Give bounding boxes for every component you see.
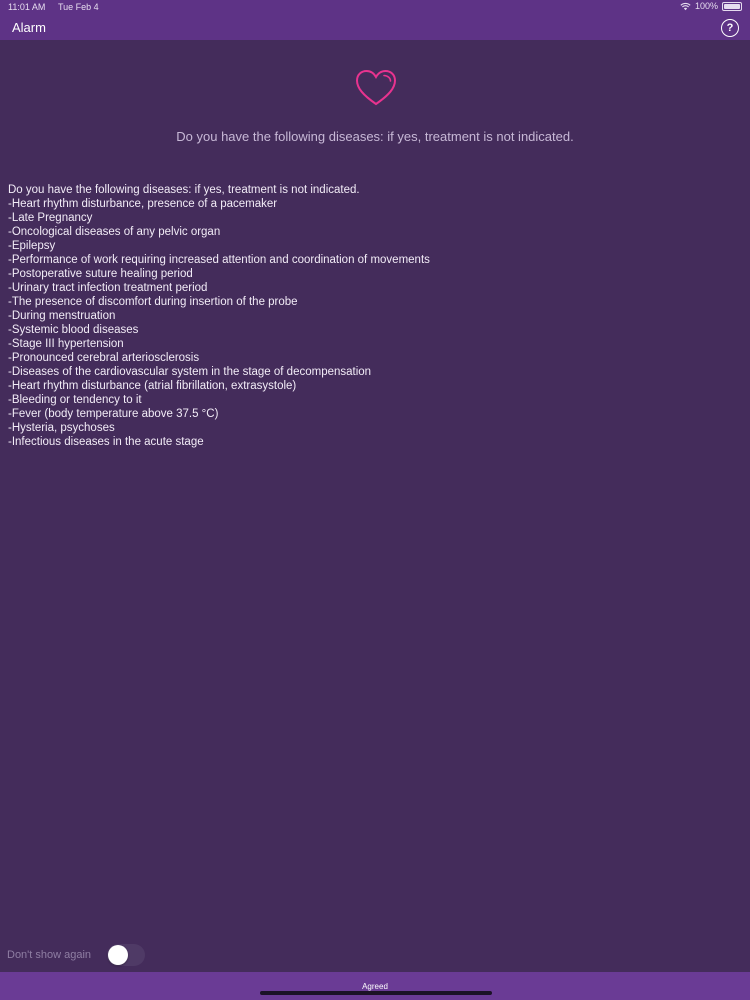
list-item: -Bleeding or tendency to it	[8, 394, 142, 406]
list-item: -Fever (body temperature above 37.5 °C)	[8, 408, 219, 420]
nav-title: Alarm	[12, 20, 46, 35]
list-item: -Infectious diseases in the acute stage	[8, 436, 204, 448]
question-mark-icon: ?	[726, 22, 734, 34]
list-item: -Epilepsy	[8, 240, 56, 252]
contraindications-list: Do you have the following diseases: if y…	[8, 183, 738, 449]
status-bar: 11:01 AM Tue Feb 4 100%	[0, 0, 750, 12]
battery-percent: 100%	[694, 1, 718, 11]
list-item: -Heart rhythm disturbance, presence of a…	[8, 198, 278, 210]
list-item: -The presence of discomfort during inser…	[8, 296, 298, 308]
status-right: 100%	[680, 1, 742, 11]
list-item: -Performance of work requiring increased…	[8, 254, 430, 266]
list-item: -Pronounced cerebral arteriosclerosis	[8, 352, 200, 364]
battery-level	[724, 3, 740, 9]
screen: 11:01 AM Tue Feb 4 100% Alarm ? Do you h…	[0, 0, 750, 1000]
headline: Do you have the following diseases: if y…	[176, 129, 574, 144]
list-item: -Diseases of the cardiovascular system i…	[8, 366, 372, 378]
wifi-icon	[680, 2, 691, 10]
help-button[interactable]: ?	[721, 19, 739, 37]
list-item: -Hysteria, psychoses	[8, 422, 115, 434]
status-date: Tue Feb 4	[58, 2, 99, 12]
list-item: -Urinary tract infection treatment perio…	[8, 282, 208, 294]
home-indicator	[260, 991, 492, 995]
list-item: -Stage III hypertension	[8, 338, 124, 350]
list-item: -Systemic blood diseases	[8, 324, 139, 336]
list-item: Do you have the following diseases: if y…	[8, 184, 360, 196]
list-item: -Postoperative suture healing period	[8, 268, 193, 280]
dont-show-again-row: Don't show again	[7, 944, 146, 966]
list-item: -Oncological diseases of any pelvic orga…	[8, 226, 221, 238]
status-time: 11:01 AM	[8, 2, 46, 12]
battery-icon	[722, 1, 742, 11]
dont-show-again-label: Don't show again	[7, 949, 92, 961]
list-item: -Late Pregnancy	[8, 212, 93, 224]
toggle-knob	[108, 945, 129, 965]
navigation-bar: 11:01 AM Tue Feb 4 100% Alarm ?	[0, 0, 750, 40]
agreed-label: Agreed	[362, 982, 388, 991]
dont-show-again-toggle[interactable]	[107, 944, 146, 966]
heart-icon	[355, 69, 397, 106]
agreed-button[interactable]: Agreed	[0, 972, 750, 1000]
list-item: -Heart rhythm disturbance (atrial fibril…	[8, 380, 297, 392]
list-item: -During menstruation	[8, 310, 116, 322]
